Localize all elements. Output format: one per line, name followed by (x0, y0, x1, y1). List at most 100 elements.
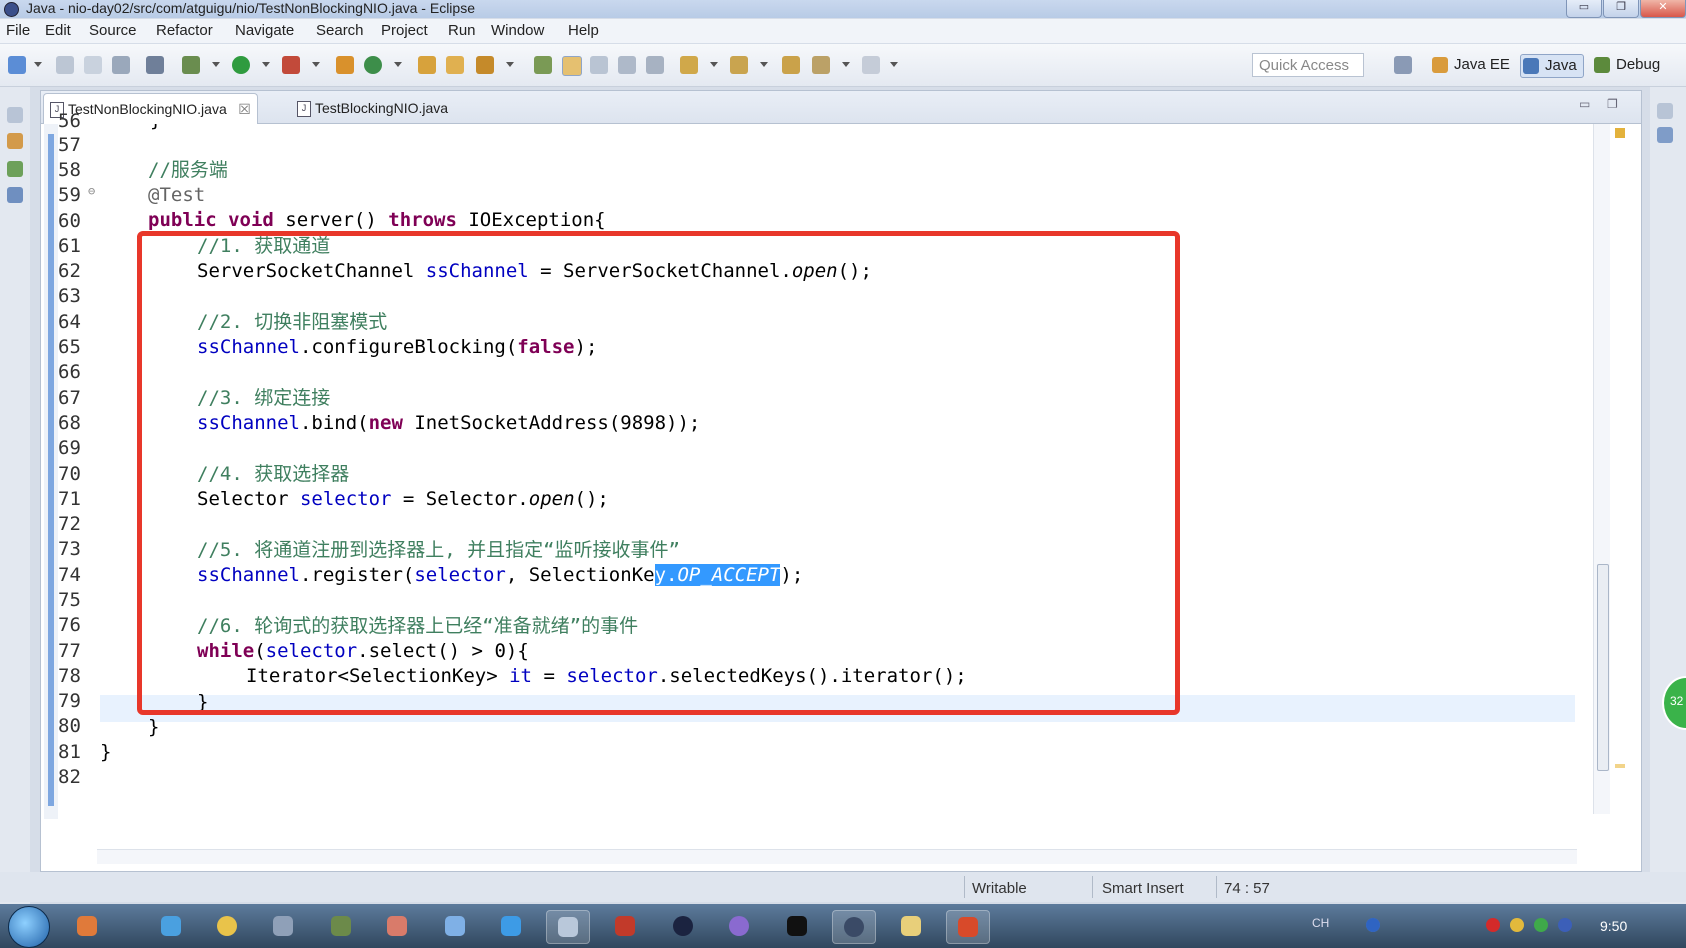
save-all-icon[interactable] (84, 56, 102, 74)
line-number: 78 (58, 665, 81, 687)
close-button[interactable]: ✕ (1640, 0, 1686, 18)
code-line-56: } (150, 124, 161, 134)
show-whitespace-icon[interactable] (618, 56, 636, 74)
next-annotation-icon[interactable] (680, 56, 698, 74)
perspective-java[interactable]: Java (1520, 54, 1584, 78)
outline-icon[interactable] (7, 187, 23, 203)
tab-label: TestBlockingNIO.java (315, 100, 449, 116)
status-insert-mode: Smart Insert (1102, 880, 1184, 897)
back-icon[interactable] (812, 56, 830, 74)
code-token: server() (273, 209, 389, 231)
menu-search[interactable]: Search (316, 22, 364, 39)
menu-source[interactable]: Source (89, 22, 137, 39)
tab-testblockingnio[interactable]: J TestBlockingNIO.java (291, 93, 448, 123)
start-button[interactable] (8, 906, 50, 948)
open-type-icon[interactable] (418, 56, 436, 74)
new-java-project-icon[interactable] (336, 56, 354, 74)
restore-icon[interactable] (1657, 103, 1673, 119)
debug-dropdown-icon[interactable] (212, 62, 220, 67)
previous-annotation-icon[interactable] (730, 56, 748, 74)
taskbar-app[interactable] (490, 910, 532, 942)
run-icon[interactable] (232, 56, 250, 74)
minimize-button[interactable]: ▭ (1566, 0, 1602, 18)
save-icon[interactable] (56, 56, 74, 74)
menu-navigate[interactable]: Navigate (235, 22, 294, 39)
menu-edit[interactable]: Edit (45, 22, 71, 39)
taskbar-app[interactable] (832, 910, 876, 944)
new-class-dropdown-icon[interactable] (394, 62, 402, 67)
external-tools-dropdown-icon[interactable] (312, 62, 320, 67)
taskbar-app[interactable] (546, 910, 590, 944)
taskbar-app[interactable] (890, 910, 932, 942)
show-source-icon[interactable] (646, 56, 664, 74)
search-icon[interactable] (476, 56, 494, 74)
menu-refactor[interactable]: Refactor (156, 22, 213, 39)
skip-breakpoints-icon[interactable] (146, 56, 164, 74)
menu-run[interactable]: Run (448, 22, 476, 39)
folder-icon (901, 916, 921, 936)
taskbar-app[interactable] (662, 910, 704, 942)
perspective-java-label: Java (1545, 57, 1577, 74)
last-edit-location-icon[interactable] (782, 56, 800, 74)
help-icon[interactable] (1366, 918, 1380, 932)
open-task-icon[interactable] (446, 56, 464, 74)
previous-annotation-dropdown-icon[interactable] (760, 62, 768, 67)
tray-app-icon[interactable] (1534, 918, 1548, 932)
taskbar-app[interactable] (262, 910, 304, 942)
mark-occurrences-icon[interactable] (562, 56, 582, 76)
tray-app-icon[interactable] (1510, 918, 1524, 932)
new-dropdown-icon[interactable] (34, 62, 42, 67)
debug-icon[interactable] (182, 56, 200, 74)
perspective-java-ee[interactable]: Java EE (1430, 54, 1510, 76)
line-number: 67 (58, 387, 81, 409)
package-explorer-icon[interactable] (7, 133, 23, 149)
menu-window[interactable]: Window (491, 22, 544, 39)
run-dropdown-icon[interactable] (262, 62, 270, 67)
taskbar-app[interactable] (604, 910, 646, 942)
menu-help[interactable]: Help (568, 22, 599, 39)
horizontal-scrollbar[interactable] (97, 849, 1577, 864)
taskbar-app[interactable] (434, 910, 476, 942)
scrollbar-thumb[interactable] (1597, 564, 1609, 771)
bluetooth-icon[interactable] (1558, 918, 1572, 932)
input-language[interactable]: CH (1312, 916, 1329, 930)
block-selection-icon[interactable] (590, 56, 608, 74)
perspective-debug[interactable]: Debug (1592, 54, 1660, 76)
maximize-button[interactable]: ❐ (1603, 0, 1639, 18)
taskbar-app[interactable] (776, 910, 818, 942)
taskbar-app[interactable] (946, 910, 990, 944)
menu-project[interactable]: Project (381, 22, 428, 39)
minimize-editor-icon[interactable]: ▭ (1579, 97, 1590, 111)
vertical-scrollbar[interactable] (1593, 124, 1610, 814)
eclipse-icon (844, 917, 864, 937)
task-list-icon[interactable] (1657, 127, 1673, 143)
tray-app-icon[interactable] (1486, 918, 1500, 932)
code-line-60: public void server() throws IOException{ (148, 207, 606, 234)
occurrence-marker[interactable] (1615, 764, 1625, 768)
new-class-icon[interactable] (364, 56, 382, 74)
new-icon[interactable] (8, 56, 26, 74)
clock[interactable]: 9:50 (1600, 918, 1627, 934)
search-dropdown-icon[interactable] (506, 62, 514, 67)
menu-file[interactable]: File (6, 22, 30, 39)
forward-dropdown-icon[interactable] (890, 62, 898, 67)
taskbar-app[interactable] (320, 910, 362, 942)
toggle-breadcrumb-icon[interactable] (534, 56, 552, 74)
taskbar-app[interactable] (376, 910, 418, 942)
taskbar-app[interactable] (66, 910, 108, 942)
type-hierarchy-icon[interactable] (7, 161, 23, 177)
open-perspective-icon[interactable] (1394, 56, 1412, 74)
quick-access-input[interactable]: Quick Access (1252, 53, 1364, 77)
taskbar-app[interactable] (206, 910, 248, 942)
print-icon[interactable] (112, 56, 130, 74)
next-annotation-dropdown-icon[interactable] (710, 62, 718, 67)
tab-close-icon[interactable]: ☒ (238, 94, 251, 124)
back-dropdown-icon[interactable] (842, 62, 850, 67)
maximize-editor-icon[interactable]: ❐ (1607, 97, 1618, 111)
restore-icon[interactable] (7, 107, 23, 123)
external-tools-icon[interactable] (282, 56, 300, 74)
taskbar-app[interactable] (718, 910, 760, 942)
taskbar-app[interactable] (150, 910, 192, 942)
warning-marker-icon[interactable] (1615, 128, 1625, 138)
forward-icon[interactable] (862, 56, 880, 74)
